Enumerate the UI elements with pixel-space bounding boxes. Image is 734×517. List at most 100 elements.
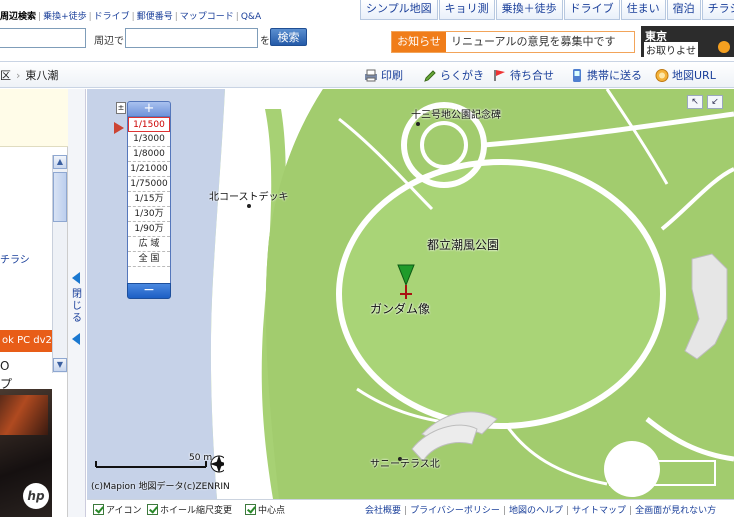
link-privacy[interactable]: プライバシーポリシー [410, 506, 500, 516]
printer-icon [365, 69, 377, 81]
mobile-phone-icon [573, 68, 581, 82]
zoom-level-21000[interactable]: 1/21000 [128, 162, 170, 177]
tab-housing[interactable]: 住まい [620, 0, 666, 20]
expand-icon[interactable]: ↖ [687, 95, 703, 109]
link-mapcode[interactable]: マップコード [180, 12, 234, 22]
label-north-coast-deck[interactable]: 北コーストデッキ [209, 188, 289, 203]
toggle-center-point-checkbox[interactable]: 中心点 [245, 503, 285, 516]
laptop-ad-image[interactable]: hp [0, 389, 52, 517]
top-navigation: 周辺検索 | 乗換+徒歩 | ドライブ | 郵便番号 | マップコード | Q&A シンプル地図 キ… [0, 0, 734, 26]
print-button[interactable]: 印刷 [364, 67, 403, 83]
link-fullscreen-help[interactable]: 全画面が見れない方 [635, 506, 716, 516]
breadcrumb: 区 › 東八潮 [0, 67, 58, 83]
footer-links: 会社概要 | プライバシーポリシー | 地図のヘルプ | サイトマップ | 全画面が見れない方 [365, 506, 717, 516]
breadcrumb-prev[interactable]: 区 [0, 69, 11, 82]
collapse-arrow-icon [72, 272, 80, 284]
link-nearby-search[interactable]: 周辺検索 [0, 12, 36, 22]
zoom-level-90man[interactable]: 1/90万 [128, 222, 170, 237]
collapse-label: 閉じる [72, 289, 82, 324]
zoom-out-button[interactable]: − [127, 283, 171, 299]
print-label: 印刷 [381, 69, 403, 82]
zoom-level-75000[interactable]: 1/75000 [128, 177, 170, 192]
label-monument[interactable]: 十三号地公園記念碑 [411, 106, 501, 121]
map-url-icon [655, 68, 669, 82]
zoom-level-30man[interactable]: 1/30万 [128, 207, 170, 222]
toggle-wheel-zoom-checkbox[interactable]: ホイール縮尺変更 [147, 503, 232, 516]
map-copyright: (c)Mapion 地図データ(c)ZENRIN [91, 482, 230, 492]
tab-simple-map[interactable]: シンプル地図 [360, 0, 438, 20]
zoom-level-8000[interactable]: 1/8000 [128, 147, 170, 162]
tokyo-otoriyose-banner[interactable]: 東京 お取りよせ [641, 26, 734, 57]
tab-flyer[interactable]: チラシ [701, 0, 734, 20]
map-url-label: 地図URL [672, 69, 716, 82]
tab-hotel[interactable]: 宿泊 [666, 0, 701, 20]
park-lawn [336, 159, 666, 429]
link-transit[interactable]: 乗換+徒歩 [43, 12, 87, 22]
zoom-level-wide[interactable]: 広 域 [128, 237, 170, 252]
search-row: 周辺で を 検索 お知らせ リニューアルの意見を募集中です 東京 お取りよせ [0, 26, 734, 60]
ad-title[interactable]: ok PC dv2 [0, 330, 52, 352]
zoom-level-nation[interactable]: 全 国 [128, 252, 170, 267]
flyer-link[interactable]: チラシ [0, 251, 30, 266]
collapse-corner-icon[interactable]: ↙ [707, 95, 723, 109]
location-input[interactable] [125, 28, 258, 48]
link-drive[interactable]: ドライブ [94, 12, 130, 22]
pencil-icon [424, 69, 436, 82]
toggle-icons-checkbox[interactable]: アイコン [93, 503, 142, 516]
zoom-pointer-icon [114, 122, 124, 134]
zoom-control: + 1/1500 1/3000 1/8000 1/21000 1/75000 1… [127, 101, 171, 299]
scale-label: 50 m [189, 453, 213, 463]
scroll-down-icon[interactable]: ▼ [53, 358, 67, 372]
hp-logo-icon: hp [23, 483, 49, 509]
panel-toggle[interactable]: 閉じる [68, 89, 86, 517]
zoom-in-button[interactable]: + [127, 101, 171, 117]
link-qa[interactable]: Q&A [241, 12, 261, 22]
scale-bar: 50 m [94, 453, 224, 473]
notice-box[interactable]: お知らせ リニューアルの意見を募集中です [391, 31, 635, 53]
keyword-input[interactable] [0, 28, 86, 48]
toggle-icons-label: アイコン [106, 506, 142, 516]
map-url-button[interactable]: 地図URL [655, 67, 716, 83]
left-panel-scrollbar[interactable]: ▲ ▼ [52, 155, 67, 373]
tab-distance[interactable]: キョリ測 [438, 0, 495, 20]
service-tabs: シンプル地図 キョリ測 乗換＋徒歩 ドライブ 住まい 宿泊 チラシ [360, 0, 734, 20]
play-icon [718, 41, 730, 53]
rakugaki-button[interactable]: らくがき [423, 67, 484, 83]
link-postal-code[interactable]: 郵便番号 [137, 12, 173, 22]
label-sunny-terrace[interactable]: サニーテラス北 [370, 455, 440, 470]
link-sitemap[interactable]: サイトマップ [572, 506, 626, 516]
label-gundam-statue[interactable]: ガンダム像 [370, 300, 430, 317]
map-toolbar: 区 › 東八潮 印刷 らくがき 待ち合せ 携帯に送る 地図URL [0, 61, 734, 88]
machiawase-button[interactable]: 待ち合せ [493, 67, 554, 83]
machiawase-label: 待ち合せ [510, 69, 554, 82]
left-panel: ▲ ▼ チラシ ok PC dv2 O プ hp [0, 89, 68, 517]
send-to-mobile-label: 携帯に送る [587, 69, 642, 82]
label-shiokaze-park[interactable]: 都立潮風公園 [427, 236, 499, 253]
checkbox-icon [93, 504, 104, 515]
zoom-level-3000[interactable]: 1/3000 [128, 132, 170, 147]
scroll-up-icon[interactable]: ▲ [53, 155, 67, 169]
link-map-help[interactable]: 地図のヘルプ [509, 506, 563, 516]
ad-text-1: O [0, 359, 10, 373]
rakugaki-label: らくがき [440, 69, 484, 82]
zoom-level-15man[interactable]: 1/15万 [128, 192, 170, 207]
map-canvas[interactable]: 十三号地公園記念碑 北コーストデッキ 都立潮風公園 ガンダム像 サニーテラス北 … [87, 89, 734, 499]
notice-badge: お知らせ [392, 32, 446, 52]
toggle-wheel-zoom-label: ホイール縮尺変更 [160, 506, 233, 516]
tab-drive[interactable]: ドライブ [563, 0, 620, 20]
zoom-level-1500[interactable]: 1/1500 [128, 117, 170, 132]
zoom-info-icon[interactable]: ± [116, 102, 126, 114]
breadcrumb-current: 東八潮 [25, 69, 59, 82]
flag-icon [494, 69, 505, 81]
notice-text[interactable]: リニューアルの意見を募集中です [451, 32, 615, 52]
map-bottom-bar: アイコン ホイール縮尺変更 中心点 会社概要 | プライバシーポリシー | 地図のヘルプ… [87, 499, 734, 517]
send-to-mobile-button[interactable]: 携帯に送る [570, 67, 642, 83]
tab-transit[interactable]: 乗換＋徒歩 [495, 0, 563, 20]
suffix-label: を [260, 36, 270, 47]
link-company[interactable]: 会社概要 [365, 506, 401, 516]
search-button[interactable]: 検索 [270, 28, 307, 46]
info-box [0, 89, 68, 147]
zoom-level-list: 1/1500 1/3000 1/8000 1/21000 1/75000 1/1… [127, 117, 171, 283]
toggle-center-point-label: 中心点 [258, 506, 286, 516]
scroll-thumb[interactable] [53, 172, 67, 222]
